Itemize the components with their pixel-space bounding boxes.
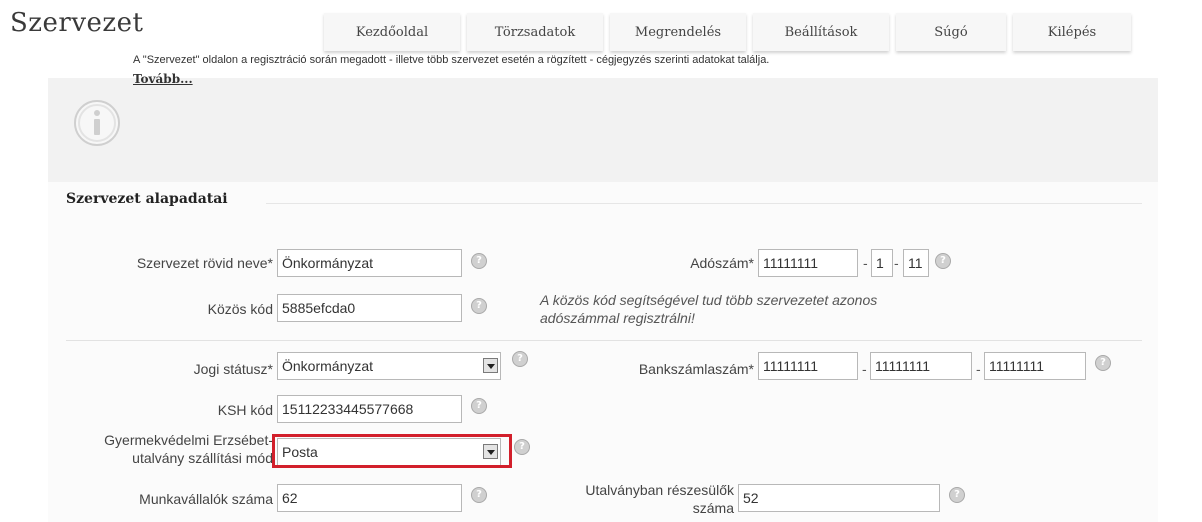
nav-logout[interactable]: Kilépés — [1013, 13, 1131, 51]
chevron-down-icon[interactable] — [483, 358, 498, 373]
help-icon[interactable]: ? — [514, 439, 530, 455]
help-icon[interactable]: ? — [471, 298, 487, 314]
section-title: Szervezet alapadatai — [66, 191, 228, 207]
legal-status-value: Önkormányzat — [282, 358, 374, 374]
legal-status-select[interactable]: Önkormányzat — [277, 352, 501, 380]
nav-settings[interactable]: Beállítások — [753, 13, 889, 51]
section-title-line — [266, 203, 1142, 204]
divider — [66, 340, 1142, 341]
nav-master-data[interactable]: Törzsadatok — [467, 13, 603, 51]
help-icon[interactable]: ? — [471, 253, 487, 269]
short-name-input[interactable]: Önkormányzat — [277, 249, 462, 277]
common-code-label: Közös kód — [207, 301, 273, 317]
dash-separator: - — [862, 361, 867, 377]
nav-home[interactable]: Kezdőoldal — [324, 13, 460, 51]
beneficiaries-input[interactable]: 52 — [738, 484, 940, 512]
dash-separator: - — [894, 255, 899, 271]
bank-account-part3[interactable]: 11111111 — [984, 352, 1086, 380]
help-icon[interactable]: ? — [1095, 355, 1111, 371]
employees-input[interactable]: 62 — [277, 484, 462, 512]
help-icon[interactable]: ? — [512, 351, 528, 367]
short-name-label: Szervezet rövid neve* — [136, 255, 273, 271]
nav-order[interactable]: Megrendelés — [610, 13, 746, 51]
help-icon[interactable]: ? — [471, 487, 487, 503]
common-code-note: A közös kód segítségével tud több szerve… — [540, 292, 878, 326]
more-link[interactable]: Tovább... — [133, 72, 193, 86]
ksh-code-input[interactable]: 15112233445577668 — [277, 395, 462, 423]
tax-number-label: Adószám* — [690, 255, 754, 271]
tax-number-part3[interactable]: 11 — [903, 249, 929, 277]
help-icon[interactable]: ? — [935, 253, 951, 269]
info-panel — [48, 78, 1158, 182]
page-title: Szervezet — [10, 8, 144, 38]
ksh-code-label: KSH kód — [217, 402, 273, 418]
employees-label: Munkavállalók száma — [139, 491, 273, 507]
bank-account-label: Bankszámlaszám* — [638, 361, 754, 377]
dash-separator: - — [976, 361, 981, 377]
legal-status-label: Jogi státusz* — [193, 361, 273, 377]
highlight-frame — [272, 434, 512, 468]
tax-number-part2[interactable]: 1 — [871, 249, 893, 277]
main-nav: Kezdőoldal Törzsadatok Megrendelés Beáll… — [324, 13, 1131, 51]
nav-help[interactable]: Súgó — [896, 13, 1006, 51]
bank-account-part2[interactable]: 11111111 — [870, 352, 972, 380]
help-icon[interactable]: ? — [949, 487, 965, 503]
common-code-input[interactable]: 5885efcda0 — [277, 294, 462, 322]
info-text: A "Szervezet" oldalon a regisztráció sor… — [133, 54, 770, 66]
bank-account-part1[interactable]: 11111111 — [758, 352, 858, 380]
beneficiaries-label-line2: száma — [692, 500, 734, 516]
help-icon[interactable]: ? — [471, 398, 487, 414]
info-icon — [74, 100, 120, 146]
delivery-mode-label-line2: utalvány szállítási mód — [132, 450, 273, 466]
tax-number-part1[interactable]: 11111111 — [758, 249, 858, 277]
beneficiaries-label-line1: Utalványban részesülők — [585, 482, 734, 498]
delivery-mode-label-line1: Gyermekvédelmi Erzsébet- — [104, 432, 273, 448]
dash-separator: - — [863, 255, 868, 271]
